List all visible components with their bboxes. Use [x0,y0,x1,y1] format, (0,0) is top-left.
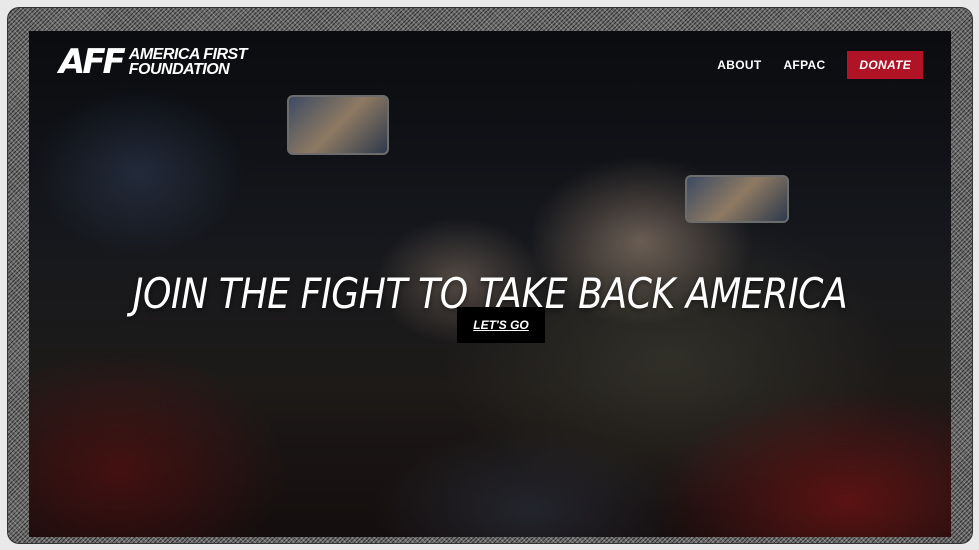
main-nav: ABOUT AFPAC DONATE [717,51,923,79]
phone-screen-image [287,95,389,155]
page-frame: AFF AMERICA FIRST FOUNDATION ABOUT AFPAC… [7,7,973,544]
hero-section: AFF AMERICA FIRST FOUNDATION ABOUT AFPAC… [29,31,951,537]
logo-text: AMERICA FIRST FOUNDATION [128,47,248,78]
nav-afpac-link[interactable]: AFPAC [783,58,825,72]
nav-about-link[interactable]: ABOUT [717,58,761,72]
donate-button[interactable]: DONATE [847,51,923,79]
lets-go-button[interactable]: LET'S GO [457,307,545,343]
logo-mark: AFF [59,42,126,82]
logo-line-2: FOUNDATION [128,61,230,78]
site-logo[interactable]: AFF AMERICA FIRST FOUNDATION [59,42,248,82]
phone-screen-image [685,175,789,223]
